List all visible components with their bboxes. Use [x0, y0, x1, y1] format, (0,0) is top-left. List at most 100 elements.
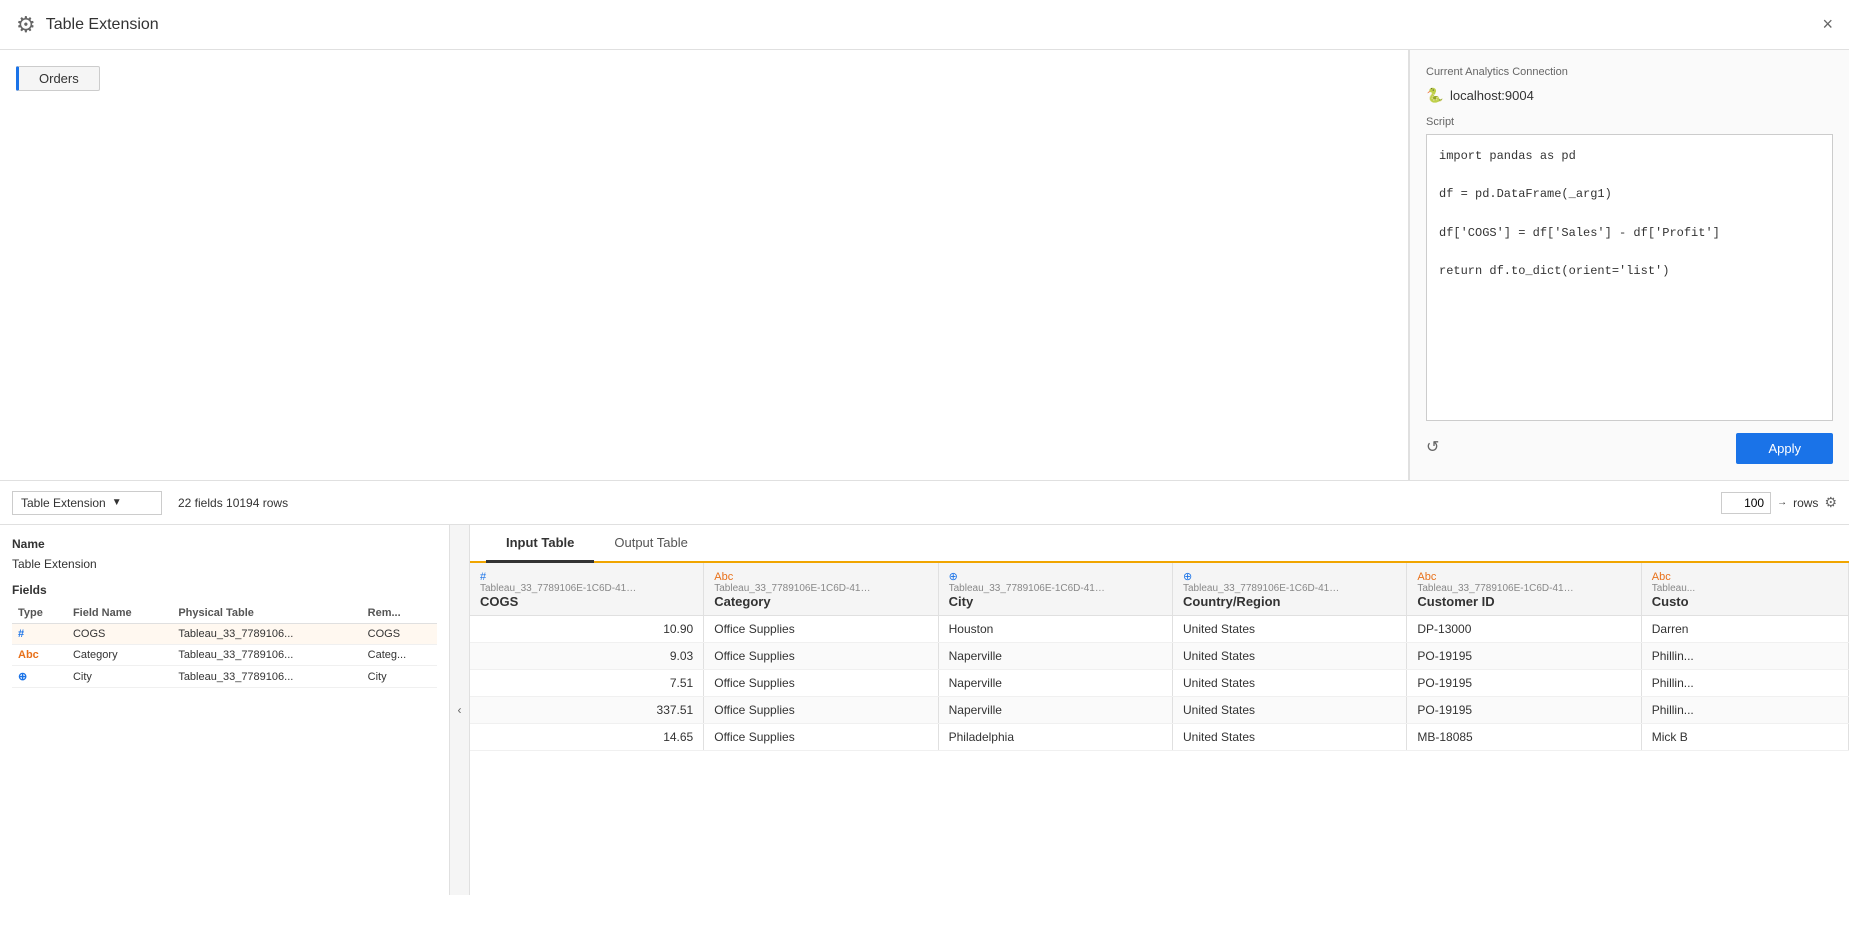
col-id: Tableau... [1652, 583, 1812, 594]
field-remark: COGS [362, 624, 437, 645]
col-name: Category [714, 594, 927, 609]
col-header-physical: Physical Table [172, 603, 361, 624]
bottom-section: Name Table Extension Fields Type Field N… [0, 525, 1849, 895]
tab-output-table[interactable]: Output Table [594, 525, 707, 563]
name-value: Table Extension [12, 557, 437, 571]
col-header-country-region: ⊕ Tableau_33_7789106E-1C6D-4154-8... Cou… [1172, 563, 1406, 616]
table-cell: United States [1172, 670, 1406, 697]
table-cell: PO-19195 [1407, 643, 1641, 670]
col-name: Customer ID [1417, 594, 1630, 609]
table-cell: DP-13000 [1407, 616, 1641, 643]
field-row: # COGS Tableau_33_7789106... COGS [12, 624, 437, 645]
analytics-connection-label: Current Analytics Connection [1426, 66, 1833, 78]
canvas-area: Orders [0, 50, 1409, 480]
col-header-type: Type [12, 603, 67, 624]
col-id: Tableau_33_7789106E-1C6D-4154-8... [714, 583, 874, 594]
col-header-city: ⊕ Tableau_33_7789106E-1C6D-4154-8... Cit… [938, 563, 1172, 616]
table-extension-icon: ⚙ [16, 12, 36, 38]
col-header-cogs: # Tableau_33_7789106E-1C6D-4154-8... COG… [470, 563, 704, 616]
script-editor[interactable]: import pandas as pd df = pd.DataFrame(_a… [1426, 134, 1833, 421]
toolbar-row: Table Extension ▼ 22 fields 10194 rows →… [0, 480, 1849, 525]
field-row: Abc Category Tableau_33_7789106... Categ… [12, 645, 437, 666]
field-remark: City [362, 666, 437, 688]
window-title: Table Extension [46, 16, 159, 34]
tab-input-table[interactable]: Input Table [486, 525, 594, 563]
settings-icon[interactable]: ⚙ [1824, 494, 1837, 511]
table-cell: PO-19195 [1407, 697, 1641, 724]
table-extension-dropdown[interactable]: Table Extension ▼ [12, 491, 162, 515]
fields-section-title: Fields [12, 583, 437, 597]
table-cell: Mick B [1641, 724, 1848, 751]
top-area: Orders Current Analytics Connection 🐍 lo… [0, 50, 1849, 480]
fields-table: Type Field Name Physical Table Rem... # … [12, 603, 437, 688]
data-table-container[interactable]: # Tableau_33_7789106E-1C6D-4154-8... COG… [470, 563, 1849, 895]
col-id: Tableau_33_7789106E-1C6D-4154-8... [949, 583, 1109, 594]
table-row: 337.51Office SuppliesNapervilleUnited St… [470, 697, 1849, 724]
table-cell: United States [1172, 616, 1406, 643]
tabs-row: Input TableOutput Table [470, 525, 1849, 563]
col-header-customer-id: Abc Tableau_33_7789106E-1C6D-4154-8... C… [1407, 563, 1641, 616]
table-cell: Office Supplies [704, 616, 938, 643]
table-cell: Naperville [938, 670, 1172, 697]
table-cell: United States [1172, 697, 1406, 724]
table-cell: PO-19195 [1407, 670, 1641, 697]
table-cell: Office Supplies [704, 670, 938, 697]
field-type: Abc [12, 645, 67, 666]
col-header-fieldname: Field Name [67, 603, 172, 624]
field-physical-table: Tableau_33_7789106... [172, 624, 361, 645]
col-name: COGS [480, 594, 693, 609]
table-cell: MB-18085 [1407, 724, 1641, 751]
table-cell: United States [1172, 643, 1406, 670]
field-remark: Categ... [362, 645, 437, 666]
table-row: 14.65Office SuppliesPhiladelphiaUnited S… [470, 724, 1849, 751]
table-cell: 14.65 [470, 724, 704, 751]
field-name: City [67, 666, 172, 688]
table-cell: Naperville [938, 697, 1172, 724]
dropdown-arrow-icon: ▼ [112, 497, 122, 508]
reset-icon[interactable]: ↺ [1426, 437, 1439, 457]
field-name: COGS [67, 624, 172, 645]
rows-input[interactable] [1721, 492, 1771, 514]
table-cell: Darren [1641, 616, 1848, 643]
fields-info: 22 fields 10194 rows [178, 496, 288, 510]
col-type-icon: ⊕ [949, 571, 958, 583]
properties-panel: Name Table Extension Fields Type Field N… [0, 525, 450, 895]
col-name: City [949, 594, 1162, 609]
table-cell: Office Supplies [704, 697, 938, 724]
table-cell: Office Supplies [704, 643, 938, 670]
server-address: localhost:9004 [1450, 88, 1534, 103]
col-name: Country/Region [1183, 594, 1396, 609]
source-tab[interactable]: Orders [16, 66, 100, 91]
col-type-icon: # [480, 571, 486, 583]
script-label: Script [1426, 116, 1833, 128]
table-cell: 9.03 [470, 643, 704, 670]
field-physical-table: Tableau_33_7789106... [172, 645, 361, 666]
field-type: # [12, 624, 67, 645]
field-name: Category [67, 645, 172, 666]
col-header-remark: Rem... [362, 603, 437, 624]
rows-label: rows [1793, 496, 1818, 510]
col-id: Tableau_33_7789106E-1C6D-4154-8... [480, 583, 640, 594]
col-type-icon: Abc [714, 571, 733, 583]
data-panel: Input TableOutput Table # Tableau_33_778… [470, 525, 1849, 895]
table-cell: Philadelphia [938, 724, 1172, 751]
close-button[interactable]: × [1822, 14, 1833, 35]
python-icon: 🐍 [1426, 86, 1444, 104]
field-row: ⊕ City Tableau_33_7789106... City [12, 666, 437, 688]
collapse-panel-button[interactable]: ‹ [450, 525, 470, 895]
rows-dropdown-icon[interactable]: → [1777, 497, 1787, 508]
data-table: # Tableau_33_7789106E-1C6D-4154-8... COG… [470, 563, 1849, 751]
analytics-server: 🐍 localhost:9004 [1426, 86, 1833, 104]
table-cell: United States [1172, 724, 1406, 751]
script-panel: Current Analytics Connection 🐍 localhost… [1409, 50, 1849, 480]
col-id: Tableau_33_7789106E-1C6D-4154-8... [1183, 583, 1343, 594]
col-header-custo: Abc Tableau... Custo [1641, 563, 1848, 616]
title-bar: ⚙ Table Extension × [0, 0, 1849, 50]
table-cell: 7.51 [470, 670, 704, 697]
table-cell: 10.90 [470, 616, 704, 643]
name-section-title: Name [12, 537, 437, 551]
table-cell: Office Supplies [704, 724, 938, 751]
apply-button[interactable]: Apply [1736, 433, 1833, 464]
table-cell: Phillin... [1641, 697, 1848, 724]
table-extension-label: Table Extension [21, 496, 106, 510]
